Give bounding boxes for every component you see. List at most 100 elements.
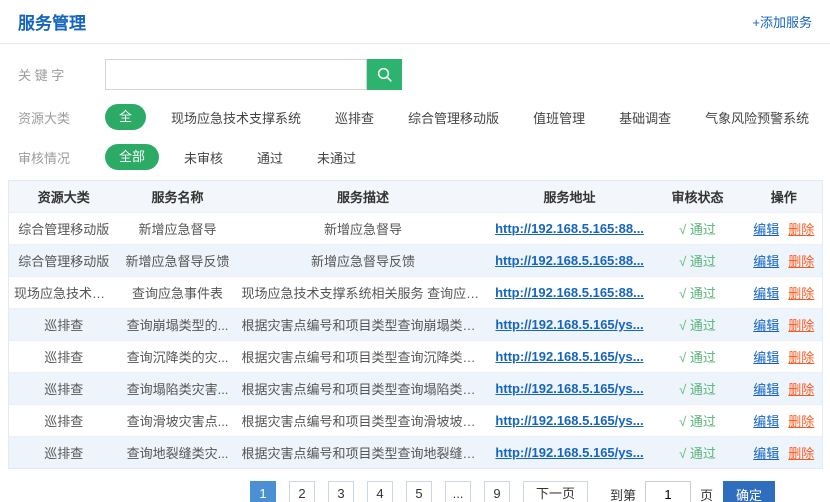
- page-ellipsis[interactable]: ...: [445, 481, 471, 502]
- resource-option[interactable]: 综合管理移动版: [408, 108, 499, 127]
- cell-category: 巡排查: [9, 373, 119, 405]
- status-badge: √ 通过: [679, 318, 716, 333]
- cell-name: 查询沉降类的灾...: [119, 341, 237, 373]
- service-url-link[interactable]: http://192.168.5.165:88...: [495, 285, 644, 300]
- cell-category: 综合管理移动版: [9, 213, 119, 245]
- resource-option[interactable]: 气象风险预警系统: [705, 108, 809, 127]
- next-page-button[interactable]: 下一页: [523, 481, 588, 502]
- cell-description: 根据灾害点编号和项目类型查询崩塌类灾害点的详...: [237, 309, 490, 341]
- delete-button[interactable]: 删除: [788, 254, 814, 269]
- keyword-label: 关 键 字: [18, 65, 105, 84]
- cell-category: 巡排查: [9, 437, 119, 469]
- keyword-input[interactable]: [105, 59, 367, 90]
- delete-button[interactable]: 删除: [788, 318, 814, 333]
- table-row: 巡排查 查询塌陷类灾害... 根据灾害点编号和项目类型查询塌陷类灾害点的详...…: [9, 373, 823, 405]
- delete-button[interactable]: 删除: [788, 222, 814, 237]
- cell-name: 查询应急事件表: [119, 277, 237, 309]
- page-button-9[interactable]: 9: [484, 481, 510, 502]
- col-header-name: 服务名称: [119, 181, 237, 213]
- cell-description: 新增应急督导: [237, 213, 490, 245]
- col-header-status: 审核状态: [650, 181, 746, 213]
- edit-button[interactable]: 编辑: [753, 446, 779, 461]
- table-row: 现场应急技术支... 查询应急事件表 现场应急技术支撑系统相关服务 查询应急事件…: [9, 277, 823, 309]
- service-url-link[interactable]: http://192.168.5.165/ys...: [495, 349, 643, 364]
- confirm-page-button[interactable]: 确定: [723, 481, 775, 502]
- resource-option[interactable]: 值班管理: [533, 108, 585, 127]
- edit-button[interactable]: 编辑: [753, 382, 779, 397]
- page-title: 服务管理: [18, 9, 86, 34]
- table-row: 巡排查 查询沉降类的灾... 根据灾害点编号和项目类型查询沉降类灾害点的详...…: [9, 341, 823, 373]
- edit-button[interactable]: 编辑: [753, 254, 779, 269]
- keyword-row: 关 键 字: [18, 59, 822, 90]
- cell-description: 新增应急督导反馈: [237, 245, 490, 277]
- resource-option[interactable]: 基础调查: [619, 108, 671, 127]
- filter-panel: 关 键 字 资源大类 全部 现场应急技术支撑系统 巡排查 综合管理移动版 值班管…: [0, 59, 830, 170]
- status-badge: √ 通过: [679, 286, 716, 301]
- page-button-3[interactable]: 3: [328, 481, 354, 502]
- page-button-5[interactable]: 5: [406, 481, 432, 502]
- service-url-link[interactable]: http://192.168.5.165/ys...: [495, 381, 643, 396]
- resource-option[interactable]: 现场应急技术支撑系统: [171, 108, 301, 127]
- resource-option-all[interactable]: 全部: [105, 104, 146, 130]
- cell-description: 根据灾害点编号和项目类型查询沉降类灾害点的详...: [237, 341, 490, 373]
- delete-button[interactable]: 删除: [788, 382, 814, 397]
- edit-button[interactable]: 编辑: [753, 318, 779, 333]
- status-badge: √ 通过: [679, 350, 716, 365]
- cell-name: 查询塌陷类灾害...: [119, 373, 237, 405]
- edit-button[interactable]: 编辑: [753, 286, 779, 301]
- delete-button[interactable]: 删除: [788, 286, 814, 301]
- topbar: 服务管理 +添加服务: [0, 0, 830, 44]
- status-badge: √ 通过: [679, 254, 716, 269]
- cell-description: 根据灾害点编号和项目类型查询地裂缝类型的灾害...: [237, 437, 490, 469]
- add-service-button[interactable]: +添加服务: [752, 12, 812, 31]
- resource-filter-row: 资源大类 全部 现场应急技术支撑系统 巡排查 综合管理移动版 值班管理 基础调查…: [18, 104, 822, 130]
- service-url-link[interactable]: http://192.168.5.165/ys...: [495, 445, 643, 460]
- audit-option-all[interactable]: 全部: [105, 144, 159, 170]
- cell-category: 现场应急技术支...: [9, 277, 119, 309]
- cell-description: 根据灾害点编号和项目类型查询滑坡坡灾害点的详...: [237, 405, 490, 437]
- edit-button[interactable]: 编辑: [753, 414, 779, 429]
- cell-category: 巡排查: [9, 405, 119, 437]
- page-button-2[interactable]: 2: [289, 481, 315, 502]
- goto-page-suffix: 页: [700, 485, 713, 502]
- page-button-4[interactable]: 4: [367, 481, 393, 502]
- audit-option[interactable]: 通过: [257, 148, 283, 167]
- cell-description: 现场应急技术支撑系统相关服务 查询应急事件表: [237, 277, 490, 309]
- col-header-description: 服务描述: [237, 181, 490, 213]
- audit-option[interactable]: 未审核: [184, 148, 223, 167]
- delete-button[interactable]: 删除: [788, 414, 814, 429]
- service-table-wrap: 资源大类 服务名称 服务描述 服务地址 审核状态 操作 综合管理移动版 新增应急…: [8, 180, 822, 469]
- resource-option[interactable]: 巡排查: [335, 108, 374, 127]
- status-badge: √ 通过: [679, 446, 716, 461]
- cell-name: 新增应急督导: [119, 213, 237, 245]
- goto-page-input[interactable]: [645, 481, 691, 502]
- resource-filter-label: 资源大类: [18, 108, 105, 127]
- cell-name: 查询滑坡灾害点...: [119, 405, 237, 437]
- col-header-actions: 操作: [746, 181, 823, 213]
- service-url-link[interactable]: http://192.168.5.165/ys...: [495, 317, 643, 332]
- delete-button[interactable]: 删除: [788, 350, 814, 365]
- col-header-category: 资源大类: [9, 181, 119, 213]
- cell-category: 综合管理移动版: [9, 245, 119, 277]
- service-table: 资源大类 服务名称 服务描述 服务地址 审核状态 操作 综合管理移动版 新增应急…: [8, 180, 823, 469]
- service-url-link[interactable]: http://192.168.5.165:88...: [495, 253, 644, 268]
- delete-button[interactable]: 删除: [788, 446, 814, 461]
- search-button[interactable]: [367, 59, 402, 90]
- service-url-link[interactable]: http://192.168.5.165/ys...: [495, 413, 643, 428]
- table-row: 综合管理移动版 新增应急督导反馈 新增应急督导反馈 http://192.168…: [9, 245, 823, 277]
- service-url-link[interactable]: http://192.168.5.165:88...: [495, 221, 644, 236]
- status-badge: √ 通过: [679, 382, 716, 397]
- table-row: 巡排查 查询滑坡灾害点... 根据灾害点编号和项目类型查询滑坡坡灾害点的详...…: [9, 405, 823, 437]
- table-header-row: 资源大类 服务名称 服务描述 服务地址 审核状态 操作: [9, 181, 823, 213]
- table-row: 综合管理移动版 新增应急督导 新增应急督导 http://192.168.5.1…: [9, 213, 823, 245]
- cell-category: 巡排查: [9, 341, 119, 373]
- cell-name: 新增应急督导反馈: [119, 245, 237, 277]
- status-badge: √ 通过: [679, 222, 716, 237]
- page-button-1[interactable]: 1: [250, 481, 276, 502]
- audit-filter-row: 审核情况 全部 未审核 通过 未通过: [18, 144, 822, 170]
- audit-option[interactable]: 未通过: [317, 148, 356, 167]
- goto-page-prefix: 到第: [610, 485, 636, 502]
- edit-button[interactable]: 编辑: [753, 350, 779, 365]
- cell-name: 查询崩塌类型的...: [119, 309, 237, 341]
- edit-button[interactable]: 编辑: [753, 222, 779, 237]
